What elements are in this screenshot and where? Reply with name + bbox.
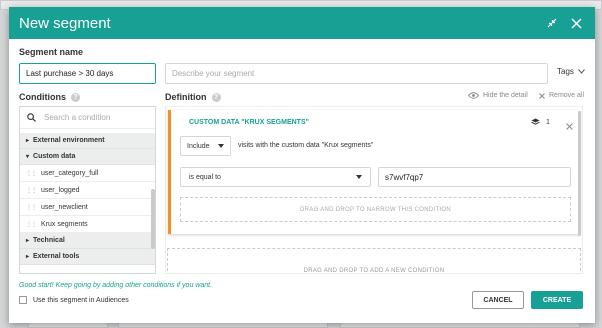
- minimize-icon[interactable]: [543, 14, 561, 32]
- use-in-audiences-option[interactable]: Use this segment in Audiences: [19, 296, 129, 304]
- category-external-environment[interactable]: ▸ External environment: [20, 133, 155, 149]
- use-in-audiences-label: Use this segment in Audiences: [33, 296, 129, 304]
- condition-item[interactable]: ⋮⋮ user_category_full: [20, 165, 155, 182]
- condition-card-title: CUSTOM DATA "KRUX SEGMENTS": [189, 119, 309, 126]
- caret-down-icon: [356, 175, 362, 179]
- category-external-tools[interactable]: ▸ External tools: [20, 249, 155, 265]
- definition-area: CUSTOM DATA "KRUX SEGMENTS" 1 Include vi…: [165, 106, 583, 274]
- category-technical[interactable]: ▸ Technical: [20, 233, 155, 249]
- conditions-scrollbar[interactable]: [151, 189, 155, 249]
- caret-down-icon: ▾: [26, 154, 30, 160]
- drag-handle-icon: ⋮⋮: [26, 204, 37, 211]
- category-custom-data[interactable]: ▾ Custom data: [20, 149, 155, 165]
- segment-description-input[interactable]: Describe your segment: [165, 63, 548, 84]
- condition-item[interactable]: ⋮⋮ user_logged: [20, 182, 155, 199]
- help-icon[interactable]: ?: [71, 92, 80, 102]
- hint-text: Good start! Keep going by adding other c…: [19, 282, 213, 289]
- category-label: Technical: [33, 237, 65, 244]
- drag-handle-icon: ⋮⋮: [26, 221, 37, 228]
- drag-handle-icon: ⋮⋮: [26, 187, 37, 194]
- condition-item-label: user_logged: [41, 186, 80, 194]
- close-icon[interactable]: [567, 14, 585, 32]
- close-icon: [539, 92, 545, 99]
- remove-condition-icon[interactable]: [566, 117, 573, 135]
- operator-select-value: is equal to: [189, 173, 221, 181]
- condition-item[interactable]: ⋮⋮ Krux segments: [20, 216, 155, 233]
- condition-card: CUSTOM DATA "KRUX SEGMENTS" 1 Include vi…: [168, 110, 580, 234]
- drag-handle-icon: ⋮⋮: [26, 170, 37, 177]
- segment-name-label: Segment name: [19, 47, 84, 57]
- visits-description: visits with the custom data "Krux segmen…: [238, 142, 374, 149]
- conditions-panel: Search a condition ▸ External environmen…: [19, 106, 156, 274]
- definition-label: Definition: [165, 92, 207, 102]
- category-label: Custom data: [33, 153, 76, 160]
- new-segment-modal: New segment Segment name Last purchase >…: [9, 7, 595, 323]
- create-button[interactable]: CREATE: [531, 291, 583, 309]
- caret-right-icon: ▸: [26, 238, 30, 244]
- use-in-audiences-checkbox[interactable]: [19, 296, 27, 304]
- condition-item[interactable]: ⋮⋮ user_newclient: [20, 199, 155, 216]
- tags-dropdown[interactable]: Tags: [557, 67, 585, 76]
- segment-name-input[interactable]: Last purchase > 30 days: [19, 63, 156, 84]
- condition-search[interactable]: Search a condition: [20, 107, 155, 129]
- cancel-button[interactable]: CANCEL: [472, 291, 524, 309]
- layers-icon: [531, 118, 540, 125]
- modal-title: New segment: [19, 14, 111, 32]
- condition-value-input[interactable]: s7wvf7qp7: [378, 167, 571, 187]
- include-select[interactable]: Include: [180, 136, 231, 156]
- conditions-heading: Conditions ?: [19, 92, 80, 102]
- caret-right-icon: ▸: [26, 138, 30, 144]
- category-label: External environment: [33, 137, 105, 144]
- chevron-down-icon: [578, 69, 585, 74]
- condition-item-label: user_category_full: [41, 169, 99, 177]
- hide-detail-button[interactable]: Hide the detail: [468, 92, 528, 99]
- caret-down-icon: [218, 144, 224, 148]
- tags-label: Tags: [557, 67, 574, 76]
- include-select-value: Include: [187, 142, 210, 150]
- search-icon: [27, 113, 36, 122]
- remove-all-label: Remove all: [549, 92, 585, 99]
- conditions-label: Conditions: [19, 92, 66, 102]
- layers-count: 1: [546, 118, 550, 126]
- remove-all-button[interactable]: Remove all: [539, 92, 584, 99]
- definition-heading: Definition ?: [165, 92, 221, 102]
- help-icon[interactable]: ?: [211, 92, 221, 102]
- category-label: External tools: [33, 253, 80, 260]
- narrow-condition-dropzone[interactable]: DRAG AND DROP TO NARROW THIS CONDITION: [180, 197, 571, 222]
- hide-detail-label: Hide the detail: [483, 92, 528, 99]
- definition-scrollbar[interactable]: [578, 111, 581, 236]
- condition-search-input[interactable]: Search a condition: [44, 113, 110, 122]
- modal-header: New segment: [9, 7, 595, 39]
- condition-layers: 1: [531, 118, 550, 126]
- eye-icon: [468, 92, 479, 99]
- condition-item-label: user_newclient: [41, 203, 88, 211]
- caret-right-icon: ▸: [26, 254, 30, 260]
- operator-select[interactable]: is equal to: [180, 167, 371, 187]
- add-condition-dropzone[interactable]: DRAG AND DROP TO ADD A NEW CONDITION: [167, 248, 581, 273]
- condition-item-label: Krux segments: [41, 220, 88, 228]
